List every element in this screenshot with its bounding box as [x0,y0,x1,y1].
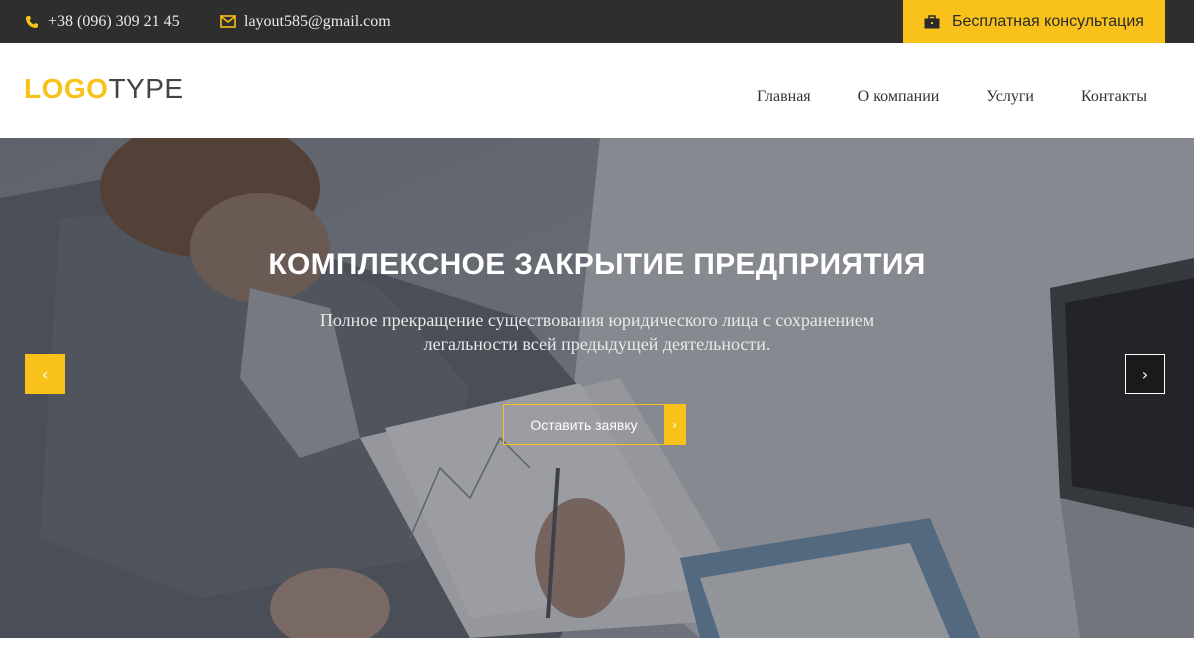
hero-title: КОМПЛЕКСНОЕ ЗАКРЫТИЕ ПРЕДПРИЯТИЯ [268,248,926,281]
slider-prev-button[interactable]: ‹ [25,354,65,394]
chevron-right-icon: › [1141,364,1149,384]
briefcase-icon [924,14,940,29]
top-bar: +38 (096) 309 21 45 layout585@gmail.com … [0,0,1194,43]
leave-request-button[interactable]: Оставить заявку › [503,404,686,445]
phone-contact[interactable]: +38 (096) 309 21 45 [24,0,180,43]
phone-number: +38 (096) 309 21 45 [48,12,180,30]
email-address: layout585@gmail.com [244,12,391,30]
main-nav: Главная О компании Услуги Контакты [757,43,1194,138]
email-contact[interactable]: layout585@gmail.com [220,0,391,43]
nav-home[interactable]: Главная [757,88,811,106]
nav-services[interactable]: Услуги [986,88,1034,106]
nav-contacts[interactable]: Контакты [1081,88,1147,106]
hero-overlay [0,138,1194,638]
logo[interactable]: LOGOTYPE [24,73,184,105]
chevron-left-icon: ‹ [41,364,49,384]
logo-light: TYPE [108,73,184,104]
phone-icon [24,14,40,30]
hero-subtitle: Полное прекращение существования юридиче… [319,310,875,354]
free-consultation-button[interactable]: Бесплатная консультация [903,0,1165,43]
hero-slider: КОМПЛЕКСНОЕ ЗАКРЫТИЕ ПРЕДПРИЯТИЯ Полное … [0,138,1194,638]
site-header: LOGOTYPE Главная О компании Услуги Конта… [0,43,1194,138]
slider-next-button[interactable]: › [1125,354,1165,394]
envelope-icon [220,14,236,30]
cta-label: Оставить заявку [530,416,638,433]
logo-bold: LOGO [24,73,109,104]
nav-about[interactable]: О компании [858,88,940,106]
chevron-right-icon: › [664,405,685,444]
consult-label: Бесплатная консультация [952,12,1144,30]
